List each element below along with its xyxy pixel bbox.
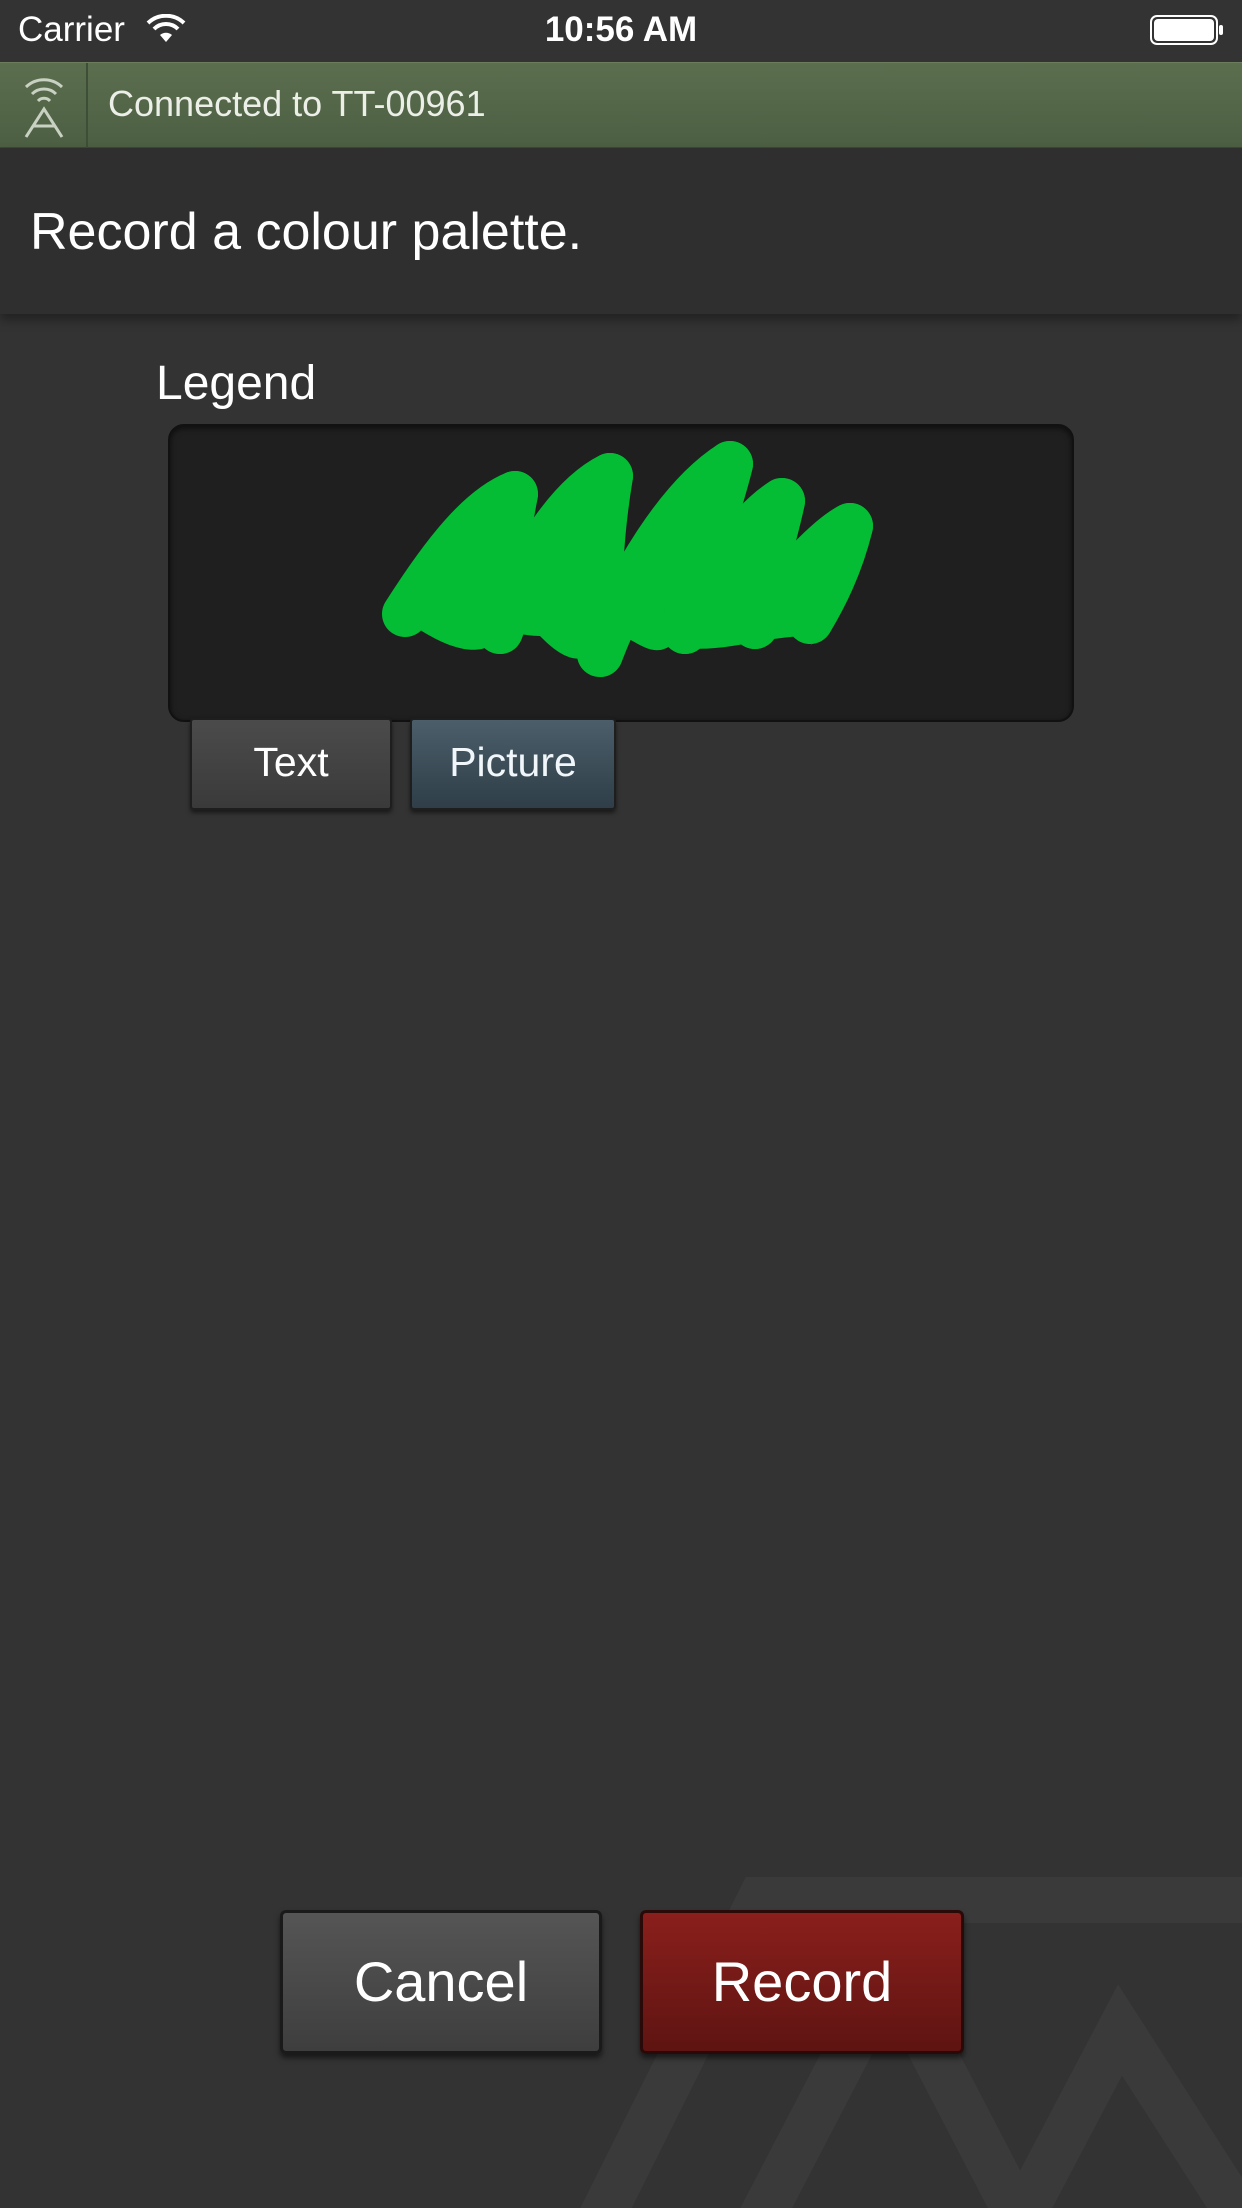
legend-picture-tab[interactable]: Picture [410, 718, 616, 810]
wireless-antenna-icon [24, 78, 64, 138]
connection-banner[interactable]: Connected to TT-00961 [0, 62, 1242, 149]
page-header: Record a colour palette. [0, 148, 1242, 314]
status-bar: Carrier 10:56 AM [0, 0, 1242, 62]
connection-icon-box[interactable] [0, 63, 88, 149]
cancel-button[interactable]: Cancel [280, 1910, 602, 2054]
legend-drawing-canvas[interactable] [168, 424, 1074, 722]
legend-scribble [382, 441, 873, 677]
page-title: Record a colour palette. [30, 203, 583, 261]
clock: 10:56 AM [544, 10, 698, 49]
legend-text-tab[interactable]: Text [190, 718, 392, 810]
record-button[interactable]: Record [640, 1910, 964, 2054]
legend-label: Legend [156, 357, 317, 410]
connection-status-text: Connected to TT-00961 [108, 83, 486, 124]
battery-icon [1150, 15, 1223, 45]
